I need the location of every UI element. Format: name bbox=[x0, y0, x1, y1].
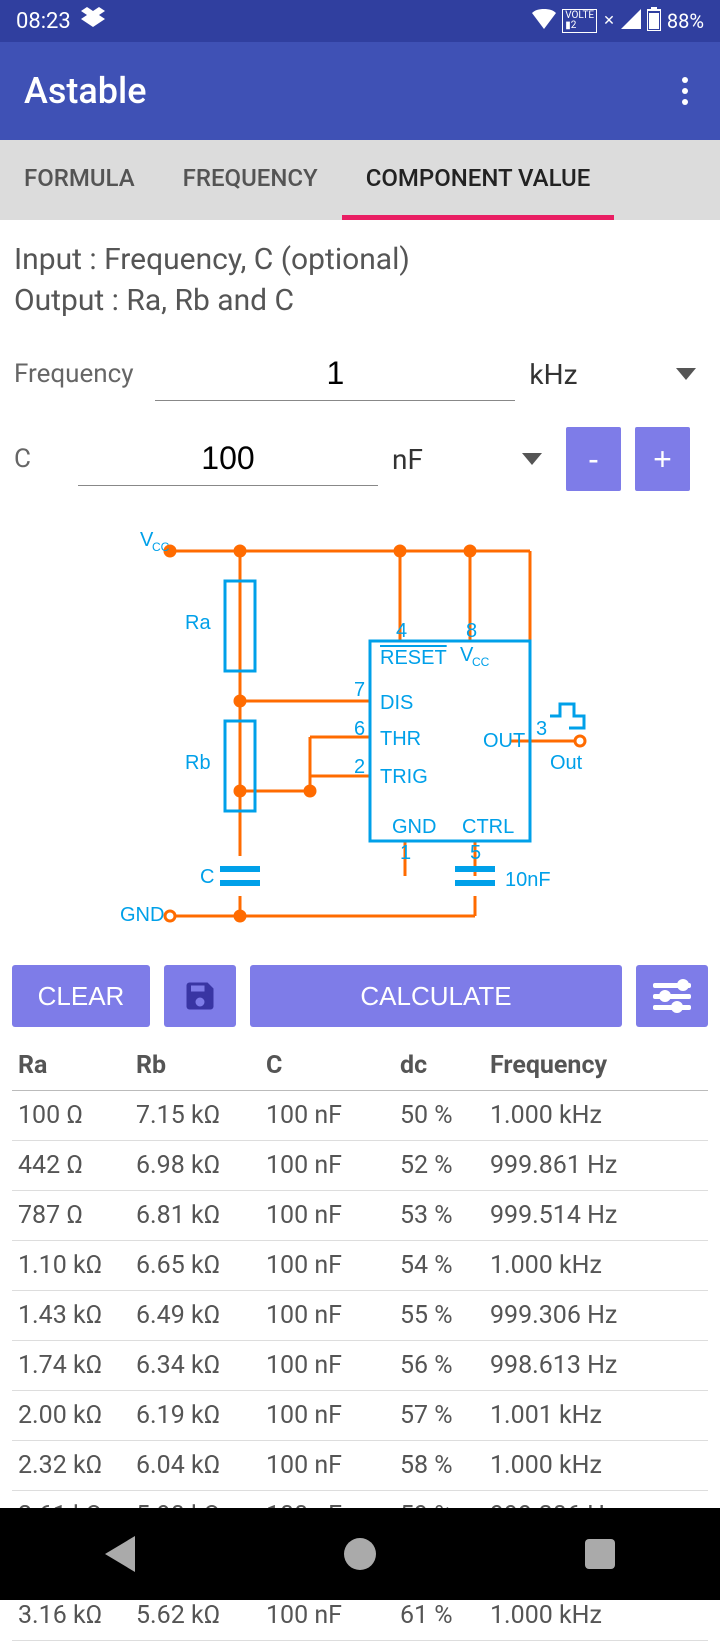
save-icon bbox=[182, 978, 218, 1014]
battery-percent: 88% bbox=[667, 9, 704, 33]
header-ra: Ra bbox=[18, 1051, 136, 1080]
svg-text:2: 2 bbox=[354, 756, 365, 778]
app-title: Astable bbox=[24, 70, 146, 112]
svg-text:Out: Out bbox=[550, 752, 583, 774]
status-time: 08:23 bbox=[16, 9, 71, 34]
chevron-down-icon bbox=[522, 453, 542, 465]
svg-text:CC: CC bbox=[472, 655, 490, 669]
svg-text:10nF: 10nF bbox=[505, 869, 551, 891]
battery-icon bbox=[647, 7, 661, 36]
c-label: C bbox=[14, 444, 64, 474]
svg-text:1: 1 bbox=[400, 842, 411, 864]
c-plus-button[interactable]: + bbox=[635, 427, 690, 491]
wifi-icon bbox=[532, 9, 556, 34]
nav-recent-icon[interactable] bbox=[585, 1539, 615, 1569]
save-button[interactable] bbox=[164, 965, 236, 1027]
header-c: C bbox=[266, 1051, 400, 1080]
c-input[interactable] bbox=[78, 432, 378, 486]
table-row[interactable]: 442 Ω6.98 kΩ100 nF52 %999.861 Hz bbox=[12, 1141, 708, 1191]
settings-button[interactable] bbox=[636, 965, 708, 1027]
header-freq: Frequency bbox=[490, 1051, 702, 1080]
more-menu-icon[interactable] bbox=[674, 69, 696, 113]
svg-text:7: 7 bbox=[354, 679, 365, 701]
table-header: Ra Rb C dc Frequency bbox=[12, 1041, 708, 1091]
table-row[interactable]: 1.43 kΩ6.49 kΩ100 nF55 %999.306 Hz bbox=[12, 1291, 708, 1341]
header-rb: Rb bbox=[136, 1051, 266, 1080]
svg-text:Rb: Rb bbox=[185, 752, 211, 774]
c-minus-button[interactable]: - bbox=[566, 427, 621, 491]
frequency-label: Frequency bbox=[14, 359, 141, 389]
sliders-icon bbox=[653, 983, 691, 1010]
table-row[interactable]: 100 Ω7.15 kΩ100 nF50 %1.000 kHz bbox=[12, 1091, 708, 1141]
svg-text:4: 4 bbox=[396, 620, 407, 642]
svg-text:RESET: RESET bbox=[380, 647, 447, 669]
c-unit: nF bbox=[392, 443, 423, 476]
table-row[interactable]: 787 Ω6.81 kΩ100 nF53 %999.514 Hz bbox=[12, 1191, 708, 1241]
volte-icon: VOLTE▮2 bbox=[562, 9, 597, 33]
nav-back-icon[interactable] bbox=[105, 1536, 135, 1572]
svg-text:OUT: OUT bbox=[483, 730, 525, 752]
table-row[interactable]: 1.74 kΩ6.34 kΩ100 nF56 %998.613 Hz bbox=[12, 1341, 708, 1391]
svg-text:6: 6 bbox=[354, 718, 365, 740]
table-row[interactable]: 2.00 kΩ6.19 kΩ100 nF57 %1.001 kHz bbox=[12, 1391, 708, 1441]
dropbox-icon bbox=[81, 7, 105, 35]
app-bar: Astable bbox=[0, 42, 720, 140]
input-text: Input : Frequency, C (optional) bbox=[14, 240, 706, 281]
nav-home-icon[interactable] bbox=[344, 1538, 376, 1570]
svg-text:THR: THR bbox=[380, 728, 421, 750]
frequency-input[interactable] bbox=[155, 347, 515, 401]
svg-text:CTRL: CTRL bbox=[462, 816, 514, 838]
frequency-unit-select[interactable]: kHz bbox=[529, 358, 706, 391]
chevron-down-icon bbox=[676, 368, 696, 380]
output-text: Output : Ra, Rb and C bbox=[14, 281, 706, 322]
header-dc: dc bbox=[400, 1051, 490, 1080]
signal-x-icon: ✕ bbox=[603, 13, 615, 29]
svg-text:Ra: Ra bbox=[185, 612, 211, 634]
table-row[interactable]: 2.32 kΩ6.04 kΩ100 nF58 %1.000 kHz bbox=[12, 1441, 708, 1491]
tab-component-value[interactable]: COMPONENT VALUE bbox=[342, 140, 615, 220]
table-row[interactable]: 1.10 kΩ6.65 kΩ100 nF54 %1.000 kHz bbox=[12, 1241, 708, 1291]
status-bar: 08:23 VOLTE▮2 ✕ 88% bbox=[0, 0, 720, 42]
svg-text:8: 8 bbox=[466, 620, 477, 642]
svg-text:C: C bbox=[200, 866, 214, 888]
tab-formula[interactable]: FORMULA bbox=[0, 140, 159, 220]
svg-text:CC: CC bbox=[152, 540, 170, 554]
frequency-unit: kHz bbox=[529, 358, 577, 391]
svg-text:GND: GND bbox=[120, 904, 164, 926]
nav-bar bbox=[0, 1508, 720, 1600]
tab-frequency[interactable]: FREQUENCY bbox=[159, 140, 342, 220]
c-unit-select[interactable]: nF bbox=[392, 443, 552, 476]
svg-text:GND: GND bbox=[392, 816, 436, 838]
svg-text:DIS: DIS bbox=[380, 692, 413, 714]
svg-text:TRIG: TRIG bbox=[380, 766, 428, 788]
signal-icon bbox=[621, 9, 641, 34]
calculate-button[interactable]: CALCULATE bbox=[250, 965, 622, 1027]
circuit-diagram: VCC Ra Rb C GND RESET VCC DIS THR TRIG O… bbox=[14, 521, 706, 941]
tabs: FORMULA FREQUENCY COMPONENT VALUE bbox=[0, 140, 720, 220]
clear-button[interactable]: CLEAR bbox=[12, 965, 150, 1027]
svg-text:5: 5 bbox=[470, 842, 481, 864]
svg-text:3: 3 bbox=[536, 718, 547, 740]
